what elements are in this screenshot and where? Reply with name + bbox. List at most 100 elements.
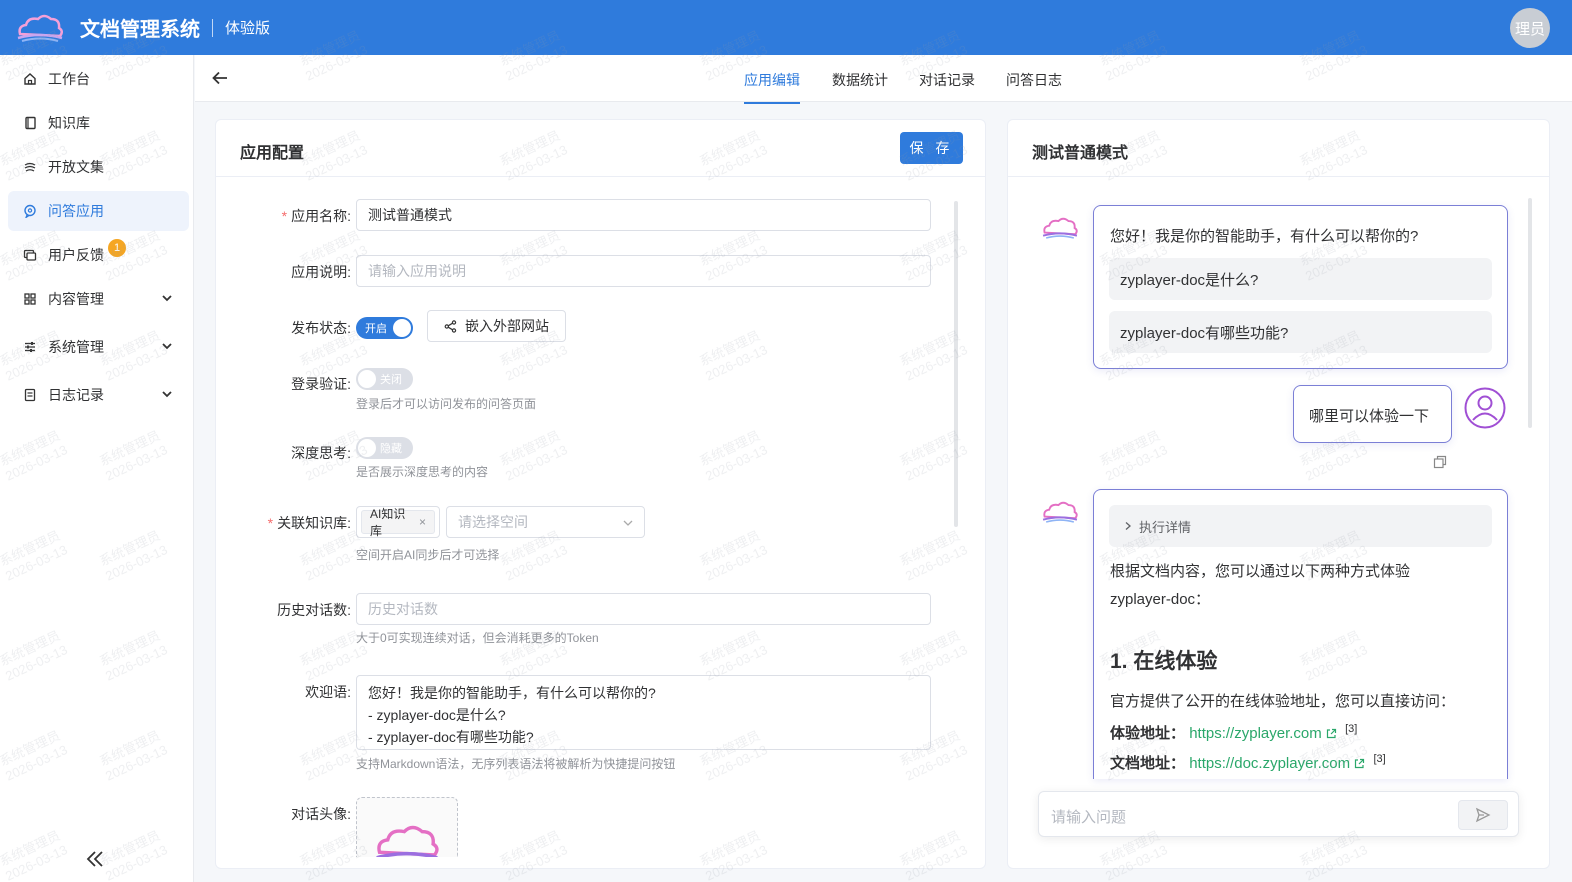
sidebar-item-qa-app[interactable]: 问答应用 [8,191,189,231]
think-label: 深度思考: [291,445,351,461]
sidebar-item-feedback[interactable]: 用户反馈 1 [8,235,189,275]
tab-conversations[interactable]: 对话记录 [919,70,975,90]
welcome-hint: 支持Markdown语法，无序列表语法将被解析为快捷提问按钮 [356,757,676,771]
app-config-panel: 应用配置 保 存 * 应用名称: 测试普通模式 应用说明: 请输入应用说明 发布状… [215,119,986,869]
user-avatar-icon [1464,387,1506,429]
sidebar: 工作台 知识库 开放文集 问答应用 用户反馈 1 内容管理 系统管理 日志记录 [0,55,194,882]
send-button[interactable] [1458,800,1508,830]
chevron-right-icon [1125,522,1131,530]
tab-app-edit[interactable]: 应用编辑 [744,70,800,104]
app-title: 文档管理系统 [80,19,200,41]
app-name-label: * 应用名称: [281,208,351,224]
citation-ref[interactable]: [3] [1345,723,1357,735]
answer-heading: 1. 在线体验 [1110,650,1218,673]
sidebar-item-label: 工作台 [48,71,90,87]
sidebar-item-label: 内容管理 [48,291,104,307]
sidebar-item-label: 开放文集 [48,159,104,175]
history-hint: 大于0可实现连续对话，但会消耗更多的Token [356,631,599,645]
login-hint: 登录后才可以访问发布的问答页面 [356,397,537,411]
kb-label: * 关联知识库: [267,515,351,531]
feedback-badge: 1 [108,239,126,257]
answer-line: 官方提供了公开的在线体验地址，您可以直接访问： [1110,693,1456,710]
login-label: 登录验证: [291,376,351,392]
publish-toggle[interactable]: 开启 [356,317,413,339]
logo-icon [17,14,63,42]
sidebar-item-content[interactable]: 内容管理 [8,279,189,319]
top-header: 文档管理系统 体验版 理员 [0,0,1572,55]
sidebar-item-system[interactable]: 系统管理 [8,327,189,367]
app-name-input[interactable]: 测试普通模式 [356,199,931,231]
login-toggle[interactable]: 关闭 [356,368,413,390]
bot-answer-bubble: 执行详情 根据文档内容，您可以通过以下两种方式体验 zyplayer-doc： … [1093,489,1508,779]
deep-think-toggle[interactable]: 隐藏 [356,437,413,459]
welcome-label: 欢迎语: [305,684,351,700]
chat-input-box[interactable]: 请输入问题 [1038,791,1519,837]
panel-title: 应用配置 [240,145,305,162]
sidebar-item-workbench[interactable]: 工作台 [8,59,189,99]
panel-divider [216,176,985,177]
think-hint: 是否展示深度思考的内容 [356,465,489,479]
sidebar-item-label: 用户反馈 [48,247,104,263]
chevron-down-icon [162,391,172,398]
avatar-label: 对话头像: [291,806,351,822]
greeting-text: 您好！我是你的智能助手，有什么可以帮你的? [1110,228,1419,245]
tab-qa-logs[interactable]: 问答日志 [1006,70,1062,90]
avatar-upload[interactable] [356,797,458,857]
welcome-textarea[interactable]: 您好！我是你的智能助手，有什么可以帮你的? - zyplayer-doc是什么?… [356,675,931,750]
home-icon [22,71,38,87]
sidebar-item-open-collection[interactable]: 开放文集 [8,147,189,187]
tab-statistics[interactable]: 数据统计 [832,70,888,90]
back-arrow-icon[interactable] [211,69,229,87]
kb-tag: AI知识库 × [361,507,435,538]
open-collection-icon [22,159,38,175]
feedback-icon [22,247,38,263]
citation-ref[interactable]: [3] [1373,753,1385,765]
chat-input-placeholder: 请输入问题 [1051,809,1127,826]
link-line-docs: 文档地址： https://doc.zyplayer.com [3] [1110,753,1386,772]
publish-label: 发布状态: [291,320,351,336]
answer-intro-2: zyplayer-doc： [1110,591,1211,608]
save-button[interactable]: 保 存 [900,132,963,164]
sidebar-item-label: 系统管理 [48,339,104,355]
quick-question-2[interactable]: zyplayer-doc有哪些功能? [1109,311,1492,353]
experience-link[interactable]: https://zyplayer.com [1189,725,1322,742]
link-line-experience: 体验地址： https://zyplayer.com [3] [1110,723,1358,742]
user-avatar[interactable]: 理员 [1510,8,1550,48]
quick-question-1[interactable]: zyplayer-doc是什么? [1109,258,1492,300]
sidebar-item-knowledge[interactable]: 知识库 [8,103,189,143]
sidebar-item-label: 日志记录 [48,387,104,403]
copy-icon[interactable] [1433,455,1447,469]
docs-link[interactable]: https://doc.zyplayer.com [1189,755,1350,772]
bot-avatar-icon [1042,217,1078,239]
kb-hint: 空间开启AI同步后才可选择 [356,548,500,562]
chevron-down-icon [162,295,172,302]
history-count-input[interactable]: 历史对话数 [356,593,931,625]
panel-divider [1008,176,1549,177]
embed-website-button[interactable]: 嵌入外部网站 [427,310,566,342]
space-select[interactable]: 请选择空间 [446,506,645,538]
chat-scrollbar[interactable] [1528,198,1532,428]
book-icon [22,115,38,131]
sidebar-item-label: 知识库 [48,115,90,131]
sliders-icon [22,339,38,355]
config-scrollbar[interactable] [954,201,958,527]
user-message-text: 哪里可以体验一下 [1309,408,1430,425]
external-link-icon [1355,758,1365,769]
qa-app-icon [22,203,38,219]
close-icon[interactable]: × [419,515,426,529]
share-icon [444,319,457,333]
app-desc-label: 应用说明: [291,264,351,280]
chevron-down-icon [623,520,633,526]
chevron-down-icon [162,343,172,350]
edition-label: 体验版 [225,20,271,37]
collapse-sidebar-icon[interactable] [84,848,106,870]
bot-avatar-icon [1042,501,1078,523]
sidebar-item-label: 问答应用 [48,203,104,219]
exec-details-toggle[interactable]: 执行详情 [1109,505,1492,547]
answer-intro: 根据文档内容，您可以通过以下两种方式体验 [1110,563,1411,580]
kb-select[interactable]: AI知识库 × [356,506,440,538]
sidebar-item-logs[interactable]: 日志记录 [8,375,189,415]
user-message-bubble: 哪里可以体验一下 [1293,385,1452,443]
app-desc-input[interactable]: 请输入应用说明 [356,255,931,287]
title-divider [212,18,213,37]
